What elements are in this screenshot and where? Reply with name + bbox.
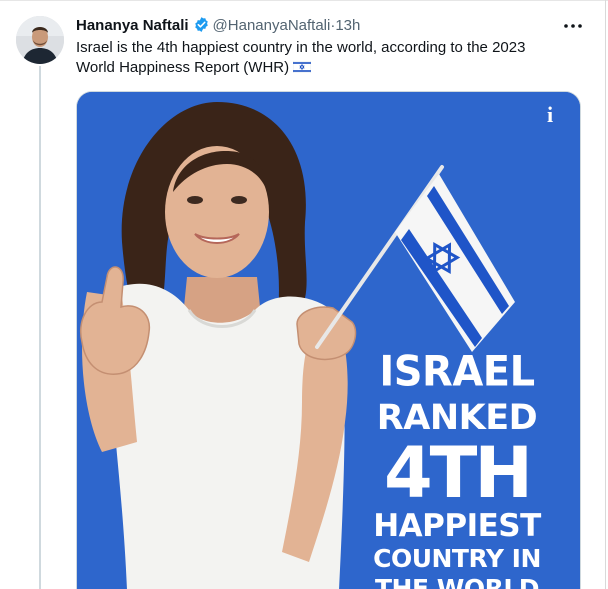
publisher-logo: i	[547, 102, 554, 127]
timestamp[interactable]: 13h	[335, 17, 360, 34]
frame-right-border	[605, 0, 606, 589]
tweet-text-block: Israel is the 4th happiest country in th…	[76, 38, 556, 78]
tweet-media-image[interactable]: i ISRAEL RANKED 4TH HAPPIEST COUNTRY IN …	[76, 91, 581, 589]
headline-line-5: COUNTRY IN	[373, 544, 541, 573]
headline-line-3: 4TH	[383, 432, 533, 514]
headline-line-4: HAPPIEST	[373, 508, 541, 544]
handle[interactable]: @HananyaNaftali	[213, 17, 331, 34]
more-options-icon[interactable]	[561, 14, 585, 38]
verified-badge-icon[interactable]	[193, 16, 210, 33]
image-headline: ISRAEL RANKED 4TH HAPPIEST COUNTRY IN TH…	[367, 347, 547, 589]
headline-line-1: ISRAEL	[379, 347, 535, 397]
tweet-header: Hananya Naftali @HananyaNaftali·13h	[76, 16, 556, 36]
avatar-photo	[16, 16, 64, 64]
israel-flag-emoji	[292, 59, 312, 74]
thread-connector-line	[39, 66, 41, 589]
avatar[interactable]	[16, 16, 64, 64]
headline-line-6: THE WORLD	[374, 574, 540, 589]
frame-top-border	[0, 0, 608, 1]
display-name[interactable]: Hananya Naftali	[76, 17, 189, 34]
